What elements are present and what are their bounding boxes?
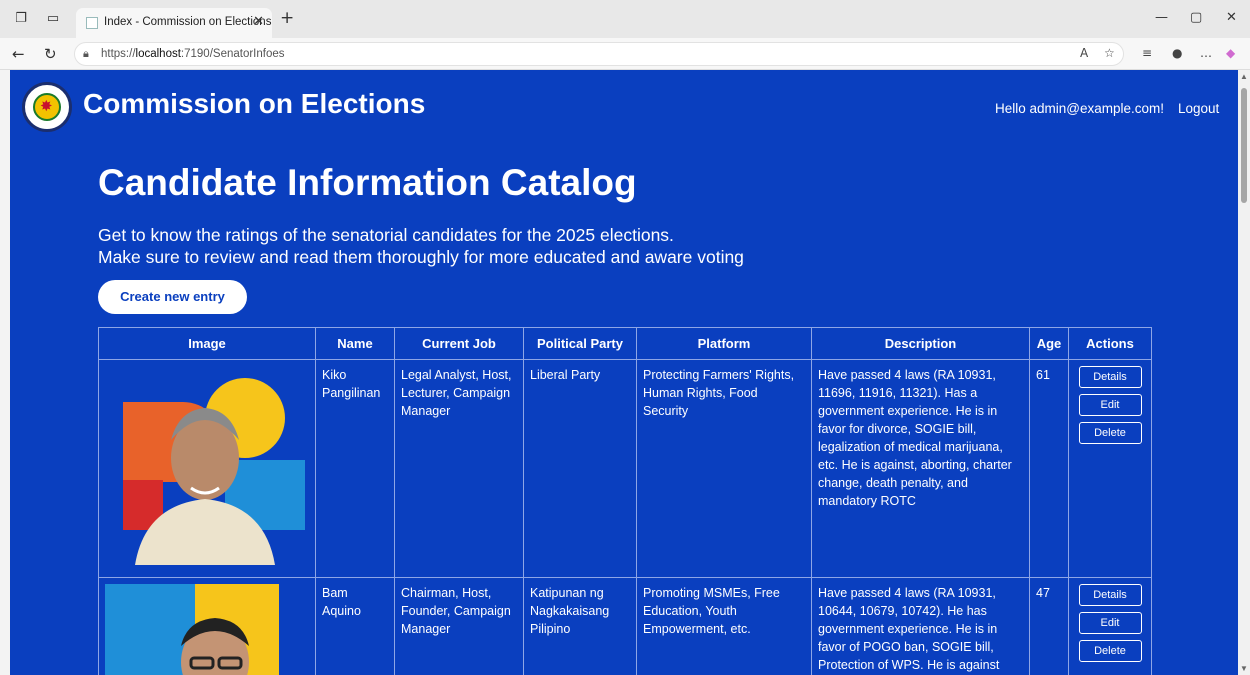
tab-title: Index - Commission on Elections	[104, 16, 272, 28]
page-scrollbar[interactable]: ▲ ▼	[1238, 70, 1250, 675]
close-window-icon[interactable]: ✕	[1226, 10, 1237, 25]
brand-title[interactable]: Commission on Elections	[83, 88, 425, 120]
header-platform: Platform	[636, 327, 812, 360]
edit-button[interactable]: Edit	[1078, 394, 1142, 416]
scroll-up-icon[interactable]: ▲	[1240, 72, 1248, 81]
page-title: Candidate Information Catalog	[98, 162, 637, 203]
restore-icon[interactable]: ▢	[1190, 10, 1202, 25]
tab-actions-icon[interactable]: ▭	[46, 12, 60, 26]
new-tab-icon[interactable]: +	[280, 8, 294, 28]
details-button[interactable]: Details	[1078, 584, 1142, 606]
actions-cell: Details Edit Delete	[1068, 577, 1152, 675]
read-aloud-icon[interactable]: A	[1080, 46, 1088, 60]
refresh-icon[interactable]: ↻	[44, 45, 57, 63]
candidate-name: Bam Aquino	[315, 577, 395, 675]
create-new-entry-button[interactable]: Create new entry	[98, 280, 247, 314]
candidate-photo	[105, 370, 306, 565]
header-actions: Actions	[1068, 327, 1152, 360]
page-content: ✸ Commission on Elections Hello admin@ex…	[10, 70, 1238, 675]
delete-button[interactable]: Delete	[1078, 422, 1142, 444]
header-image: Image	[98, 327, 316, 360]
logout-button[interactable]: Logout	[1178, 101, 1219, 116]
favorites-list-icon[interactable]: ≡	[1142, 46, 1152, 60]
profile-avatar-icon[interactable]: ●	[1172, 46, 1182, 60]
candidate-platform: Protecting Farmers' Rights, Human Rights…	[636, 359, 812, 578]
url-field[interactable]: 🔒︎ https://localhost:7190/SenatorInfoes	[74, 42, 1124, 66]
candidate-job: Legal Analyst, Host, Lecturer, Campaign …	[394, 359, 524, 578]
candidate-photo	[105, 584, 306, 675]
details-button[interactable]: Details	[1078, 366, 1142, 388]
subtitle-line-2: Make sure to review and read them thorou…	[98, 247, 744, 267]
favorite-star-icon[interactable]: ☆	[1104, 46, 1115, 60]
minimize-icon[interactable]: —	[1155, 10, 1168, 25]
page-subtitle: Get to know the ratings of the senatoria…	[98, 224, 744, 268]
close-tab-icon[interactable]: ✕	[253, 14, 264, 29]
star-icon: ✸	[40, 97, 53, 115]
page-favicon-icon	[86, 17, 98, 29]
workspaces-icon[interactable]: ❐	[14, 12, 28, 26]
candidate-image-cell	[98, 577, 316, 675]
candidate-age: 61	[1029, 359, 1069, 578]
url-text: https://localhost:7190/SenatorInfoes	[101, 48, 285, 60]
table-row: Bam Aquino Chairman, Host, Founder, Camp…	[98, 577, 1152, 675]
edit-button[interactable]: Edit	[1078, 612, 1142, 634]
header-description: Description	[811, 327, 1030, 360]
candidate-name: Kiko Pangilinan	[315, 359, 395, 578]
header-current-job: Current Job	[394, 327, 524, 360]
actions-cell: Details Edit Delete	[1068, 359, 1152, 578]
lock-icon: 🔒︎	[83, 47, 89, 60]
candidate-description: Have passed 4 laws (RA 10931, 11696, 119…	[811, 359, 1030, 578]
delete-button[interactable]: Delete	[1078, 640, 1142, 662]
header-age: Age	[1029, 327, 1069, 360]
comelec-logo[interactable]: ✸	[22, 82, 72, 132]
more-options-icon[interactable]: …	[1200, 46, 1212, 60]
table-row: Kiko Pangilinan Legal Analyst, Host, Lec…	[98, 359, 1152, 578]
candidate-job: Chairman, Host, Founder, Campaign Manage…	[394, 577, 524, 675]
candidate-image-cell	[98, 359, 316, 578]
address-bar: ← ↻ 🔒︎ https://localhost:7190/SenatorInf…	[0, 38, 1250, 70]
candidate-photo-art	[105, 370, 306, 565]
browser-tab-bar: ❐ ▭ Index - Commission on Elections ✕ + …	[0, 0, 1250, 38]
browser-tab[interactable]: Index - Commission on Elections ✕	[76, 8, 272, 38]
table-header-row: Image Name Current Job Political Party P…	[98, 327, 1152, 360]
candidate-platform: Promoting MSMEs, Free Education, Youth E…	[636, 577, 812, 675]
subtitle-line-1: Get to know the ratings of the senatoria…	[98, 225, 674, 245]
candidate-age: 47	[1029, 577, 1069, 675]
header-political-party: Political Party	[523, 327, 637, 360]
candidate-party: Liberal Party	[523, 359, 637, 578]
candidate-party: Katipunan ng Nagkakaisang Pilipino	[523, 577, 637, 675]
scroll-down-icon[interactable]: ▼	[1240, 664, 1248, 673]
candidates-table: Image Name Current Job Political Party P…	[98, 327, 1152, 675]
copilot-icon[interactable]: ◆	[1226, 46, 1235, 60]
back-icon[interactable]: ←	[12, 45, 25, 63]
seal-emblem-icon: ✸	[33, 93, 61, 121]
candidate-description: Have passed 4 laws (RA 10931, 10644, 106…	[811, 577, 1030, 675]
user-greeting-link[interactable]: Hello admin@example.com!	[995, 101, 1164, 116]
candidate-photo-art	[105, 584, 306, 675]
scroll-thumb[interactable]	[1241, 88, 1247, 203]
header-name: Name	[315, 327, 395, 360]
